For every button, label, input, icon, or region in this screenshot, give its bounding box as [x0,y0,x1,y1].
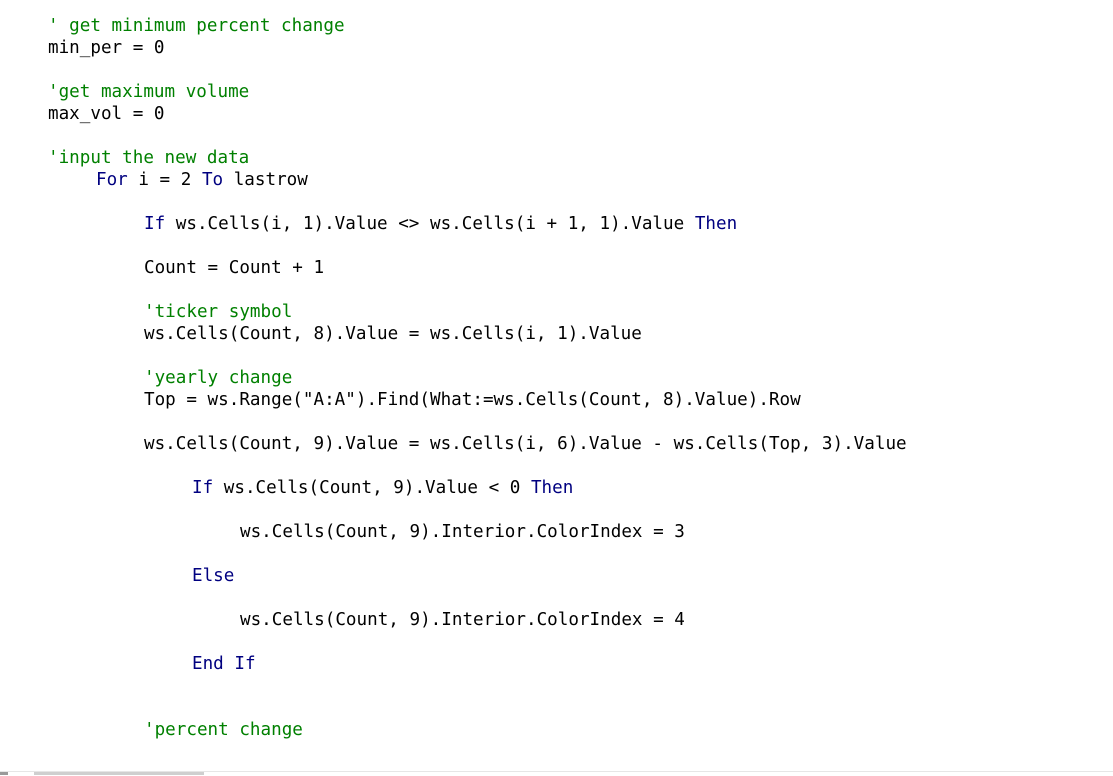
code-token-plain: i = 2 [127,170,202,190]
code-token-keyword: Then [694,214,738,234]
code-token-comment: 'percent change [144,720,303,740]
code-token-keyword: Then [530,478,574,498]
code-token-plain: ws.Cells(Count, 9).Value = ws.Cells(i, 6… [144,434,907,454]
code-line: min_per = 0 [48,37,165,59]
scrollbar-thumb[interactable] [34,772,204,775]
code-line: 'ticker symbol [144,301,292,323]
code-line: If ws.Cells(Count, 9).Value < 0 Then [192,477,573,499]
code-line: ' get minimum percent change [48,15,345,37]
code-token-plain: ws.Cells(i, 1).Value <> ws.Cells(i + 1, … [165,214,695,234]
code-token-comment: 'input the new data [48,148,250,168]
code-token-keyword: Else [192,566,235,586]
code-line: max_vol = 0 [48,103,165,125]
code-token-plain: ws.Cells(Count, 9).Interior.ColorIndex =… [240,610,685,630]
code-token-keyword: To [201,170,224,190]
code-token-comment: 'get maximum volume [48,82,250,102]
scrollbar-left-edge [0,772,8,775]
code-line: If ws.Cells(i, 1).Value <> ws.Cells(i + … [144,213,737,235]
code-token-comment: 'yearly change [144,368,293,388]
code-token-plain: lastrow [223,170,308,190]
code-line: 'get maximum volume [48,81,249,103]
code-line: ws.Cells(Count, 8).Value = ws.Cells(i, 1… [144,323,642,345]
code-line: ws.Cells(Count, 9).Value = ws.Cells(i, 6… [144,433,907,455]
code-token-comment: 'ticker symbol [144,302,293,322]
code-line: ws.Cells(Count, 9).Interior.ColorIndex =… [240,609,685,631]
code-line: 'yearly change [144,367,292,389]
code-line: For i = 2 To lastrow [96,169,308,191]
code-line: ws.Cells(Count, 9).Interior.ColorIndex =… [240,521,685,543]
code-line: Top = ws.Range("A:A").Find(What:=ws.Cell… [144,389,801,411]
code-token-plain: min_per = 0 [48,38,165,58]
code-line: 'percent change [144,719,303,741]
code-line: Else [192,565,234,587]
code-line: Count = Count + 1 [144,257,324,279]
code-token-plain: ws.Cells(Count, 9).Value < 0 [213,478,531,498]
code-token-plain: Count = Count + 1 [144,258,325,278]
horizontal-scrollbar[interactable] [0,771,1113,776]
code-token-plain: max_vol = 0 [48,104,165,124]
code-token-keyword: For [96,170,128,190]
code-token-plain: ws.Cells(Count, 9).Interior.ColorIndex =… [240,522,685,542]
code-token-plain: Top = ws.Range("A:A").Find(What:=ws.Cell… [144,390,801,410]
code-line: End If [192,653,256,675]
code-line: 'input the new data [48,147,249,169]
code-token-keyword: End If [192,654,256,674]
code-token-plain: ws.Cells(Count, 8).Value = ws.Cells(i, 1… [144,324,642,344]
code-token-keyword: If [144,214,166,234]
code-editor[interactable]: ' get minimum percent change min_per = 0 '… [0,0,1113,772]
code-token-comment: ' get minimum percent change [48,16,345,36]
code-token-keyword: If [192,478,214,498]
